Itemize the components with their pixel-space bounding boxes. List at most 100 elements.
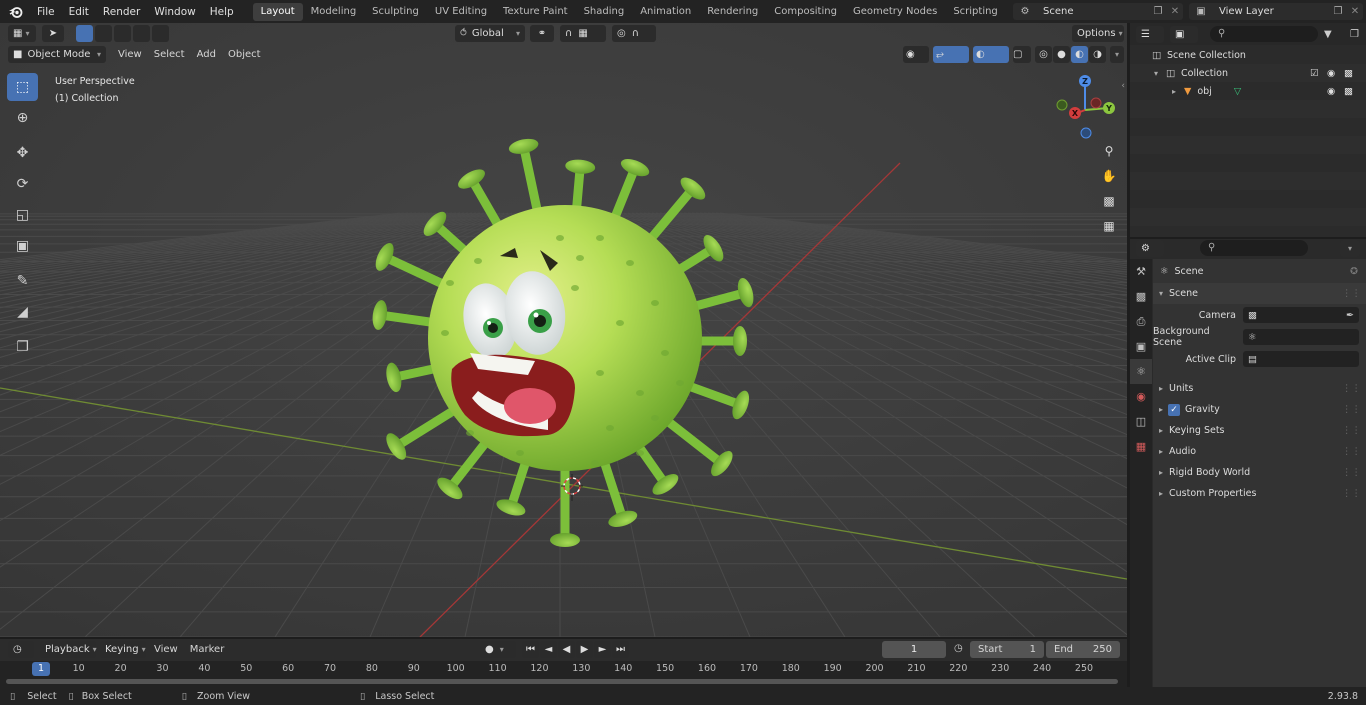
custom-properties-panel-header[interactable]: ▸ Custom Properties ⋮⋮ xyxy=(1153,483,1366,504)
gravity-checkbox[interactable]: ✓ xyxy=(1168,403,1181,416)
play-reverse-icon[interactable]: ◀ xyxy=(558,641,575,658)
tab-shading[interactable]: Shading xyxy=(576,3,633,21)
shading-options-dropdown[interactable]: ▾ xyxy=(1110,46,1124,63)
outliner-row-collection[interactable]: ▾ ◫ Collection ☑ ◉ ▩ xyxy=(1130,64,1366,82)
preview-range-icon[interactable]: ◷ xyxy=(954,643,963,654)
outliner-row-obj[interactable]: ▸ ▼ obj ▽ ◉ ▩ xyxy=(1130,82,1366,100)
camera-field[interactable]: ▩ ✒ xyxy=(1243,307,1359,323)
drag-handle-icon[interactable]: ⋮⋮ xyxy=(1342,288,1361,299)
prev-keyframe-icon[interactable]: ◄ xyxy=(540,641,557,658)
properties-search-input[interactable]: ⚲ xyxy=(1200,240,1308,256)
properties-editor-type[interactable]: ⚙ xyxy=(1136,240,1164,257)
gravity-panel-header[interactable]: ▸ ✓ Gravity ⋮⋮ xyxy=(1153,399,1366,420)
solid-shading-icon[interactable]: ● xyxy=(1053,46,1070,63)
gizmo-toggle[interactable]: ⥂ xyxy=(933,46,969,63)
scene-panel-header[interactable]: ▾ Scene ⋮⋮ xyxy=(1153,283,1366,304)
add-cube-tool[interactable]: ❐ xyxy=(7,333,38,361)
texture-tab-icon[interactable]: ▦ xyxy=(1130,434,1152,459)
timeline-menu-marker[interactable]: Marker xyxy=(184,644,231,655)
tab-scripting[interactable]: Scripting xyxy=(945,3,1005,21)
timeline-scrollbar[interactable] xyxy=(6,679,1118,684)
output-tab-icon[interactable]: ⎙ xyxy=(1130,309,1152,334)
background-scene-field[interactable]: ⚛ xyxy=(1243,329,1359,345)
display-mode-dropdown[interactable]: ▣ xyxy=(1170,25,1198,43)
exclude-checkbox-icon[interactable]: ☑ xyxy=(1310,68,1319,79)
editor-type-dropdown[interactable]: ▦ ▾ xyxy=(8,24,36,42)
options-dropdown[interactable]: Options ▾ xyxy=(1072,24,1124,42)
keying-menu[interactable]: Keying ▾ xyxy=(100,641,146,658)
play-icon[interactable]: ▶ xyxy=(576,641,593,658)
menu-file[interactable]: File xyxy=(30,6,62,18)
outliner-editor-type[interactable]: ☰ xyxy=(1136,25,1164,43)
mode-dropdown[interactable]: ■ Object Mode ▾ xyxy=(8,46,106,63)
properties-options-dropdown[interactable]: ▾ xyxy=(1340,240,1360,257)
audio-drag-icon[interactable]: ⋮⋮ xyxy=(1342,446,1361,457)
new-scene-icon[interactable]: ❐ xyxy=(1149,6,1167,17)
annotate-tool[interactable]: ✎ xyxy=(7,267,38,295)
obj-render-camera-icon[interactable]: ▩ xyxy=(1344,86,1353,97)
select-intersect-icon[interactable] xyxy=(152,24,169,42)
visibility-eye-icon[interactable]: ◉ xyxy=(1327,68,1335,79)
collection-expand-icon[interactable]: ▾ xyxy=(1154,69,1158,78)
current-frame-field[interactable]: 1 xyxy=(882,641,946,658)
active-clip-field[interactable]: ▤ xyxy=(1243,351,1359,367)
visibility-dropdown[interactable]: ◉ xyxy=(903,46,929,63)
gravity-drag-icon[interactable]: ⋮⋮ xyxy=(1342,404,1361,415)
viewport-menu-select[interactable]: Select xyxy=(148,49,191,60)
pan-view-icon[interactable]: ✋ xyxy=(1098,165,1120,187)
viewport-menu-add[interactable]: Add xyxy=(191,49,222,60)
jump-start-icon[interactable]: ⏮ xyxy=(522,641,539,658)
start-frame-field[interactable]: Start 1 xyxy=(970,641,1044,658)
auto-keying-toggle[interactable]: ● ▾ xyxy=(480,641,516,658)
custom-properties-drag-icon[interactable]: ⋮⋮ xyxy=(1342,488,1361,499)
sidebar-toggle-icon[interactable]: ‹ xyxy=(1121,81,1125,91)
blender-logo-icon[interactable] xyxy=(0,0,30,23)
menu-help[interactable]: Help xyxy=(203,6,241,18)
outliner-row-scene-collection[interactable]: ◫ Scene Collection xyxy=(1130,46,1366,64)
keying-sets-drag-icon[interactable]: ⋮⋮ xyxy=(1342,425,1361,436)
select-tool-toggle[interactable]: ➤ xyxy=(42,24,64,42)
proportional-edit-toggle[interactable]: ◎ ∩ xyxy=(612,24,656,42)
world-tab-icon[interactable]: ◉ xyxy=(1130,384,1152,409)
eyedropper-icon[interactable]: ✒ xyxy=(1346,310,1354,321)
menu-window[interactable]: Window xyxy=(147,6,202,18)
timeline-editor-type[interactable]: ◷ xyxy=(8,641,34,658)
playback-menu[interactable]: Playback ▾ xyxy=(40,641,97,658)
keying-sets-panel-header[interactable]: ▸ Keying Sets ⋮⋮ xyxy=(1153,420,1366,441)
overlay-toggle[interactable]: ◐ xyxy=(973,46,1009,63)
transform-tool[interactable]: ▣ xyxy=(7,232,38,260)
tab-geometry-nodes[interactable]: Geometry Nodes xyxy=(845,3,945,21)
outliner-search-input[interactable]: ⚲ xyxy=(1210,26,1318,42)
3d-viewport[interactable]: Z Y X ▦ ▾ ➤ ⥀ Global ▾ ⚭ ∩ ▦ ◎ ∩ Options ▾ ■ Ob… xyxy=(0,23,1127,637)
transform-orientation-dropdown[interactable]: ⥀ Global ▾ xyxy=(455,24,525,42)
camera-view-icon[interactable]: ▩ xyxy=(1098,190,1120,212)
timeline-menu-view[interactable]: View xyxy=(148,644,184,655)
tab-modeling[interactable]: Modeling xyxy=(303,3,365,21)
next-keyframe-icon[interactable]: ► xyxy=(594,641,611,658)
tab-animation[interactable]: Animation xyxy=(632,3,699,21)
pin-icon[interactable]: ✪ xyxy=(1350,266,1358,277)
render-tab-icon[interactable]: ▩ xyxy=(1130,284,1152,309)
delete-scene-icon[interactable]: ✕ xyxy=(1167,6,1183,17)
tool-tab-icon[interactable]: ⚒ xyxy=(1130,259,1152,284)
tab-texture-paint[interactable]: Texture Paint xyxy=(495,3,576,21)
new-view-layer-icon[interactable]: ❐ xyxy=(1329,6,1347,17)
mesh-data-icon[interactable]: ▽ xyxy=(1234,86,1241,97)
obj-expand-icon[interactable]: ▸ xyxy=(1172,87,1176,96)
pivot-point-dropdown[interactable]: ⚭ xyxy=(530,24,554,42)
playhead-frame[interactable]: 1 xyxy=(32,662,50,676)
rotate-tool[interactable]: ⟳ xyxy=(7,170,38,198)
tab-layout[interactable]: Layout xyxy=(252,2,303,21)
snap-toggle[interactable]: ∩ ▦ xyxy=(560,24,606,42)
rigid-body-world-panel-header[interactable]: ▸ Rigid Body World ⋮⋮ xyxy=(1153,462,1366,483)
wireframe-shading-icon[interactable]: ◎ xyxy=(1035,46,1052,63)
new-collection-icon[interactable]: ❐ xyxy=(1350,29,1359,40)
viewport-menu-view[interactable]: View xyxy=(112,49,148,60)
select-new-icon[interactable] xyxy=(76,24,93,42)
tab-uv-editing[interactable]: UV Editing xyxy=(427,3,495,21)
zoom-view-icon[interactable]: ⚲ xyxy=(1098,140,1120,162)
units-drag-icon[interactable]: ⋮⋮ xyxy=(1342,383,1361,394)
units-panel-header[interactable]: ▸ Units ⋮⋮ xyxy=(1153,378,1366,399)
delete-view-layer-icon[interactable]: ✕ xyxy=(1347,6,1363,17)
select-box-tool[interactable]: ⬚ xyxy=(7,73,38,101)
